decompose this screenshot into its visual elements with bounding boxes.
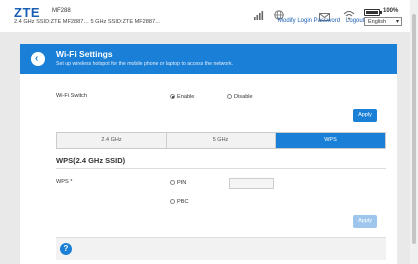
top-links: Modify Login Password Logout <box>278 18 370 24</box>
wifi-switch-apply-button[interactable]: Apply <box>353 109 377 122</box>
pin-radio[interactable] <box>170 180 175 185</box>
scrollbar-thumb[interactable] <box>412 14 416 244</box>
model-name: MF288 <box>52 8 71 14</box>
band-tabs: 2.4 GHz 5 GHz WPS <box>56 132 386 149</box>
wps-apply-button[interactable]: Apply <box>353 215 377 228</box>
zte-logo: ZTE <box>14 5 41 20</box>
wps-label: WPS * <box>56 179 73 185</box>
scrollbar[interactable] <box>410 0 418 264</box>
pbc-label: PBC <box>177 199 189 205</box>
enable-label: Enable <box>177 94 195 100</box>
enable-radio[interactable] <box>170 94 175 99</box>
wifi-switch-label: Wi-Fi Switch <box>56 93 88 99</box>
tab-wps[interactable]: WPS <box>276 133 385 148</box>
wps-section-title: WPS(2.4 GHz SSID) <box>56 156 126 165</box>
disable-label: Disable <box>234 94 253 100</box>
disable-radio[interactable] <box>227 94 232 99</box>
top-bar: ZTE MF288 2.4 GHz SSID:ZTE MF2887… 5 GHz… <box>0 0 410 32</box>
modify-password-link[interactable]: Modify Login Password <box>278 18 340 24</box>
pbc-radio[interactable] <box>170 199 175 204</box>
divider <box>56 168 386 169</box>
tab-5-ghz[interactable]: 5 GHz <box>166 133 276 148</box>
logout-link[interactable]: Logout <box>346 18 364 24</box>
tab-2-4-ghz[interactable]: 2.4 GHz <box>57 133 167 148</box>
back-arrow-icon: ‹ <box>35 53 39 64</box>
battery-text: 100% <box>383 8 399 14</box>
language-select[interactable]: English <box>364 17 402 27</box>
page-title: Wi-Fi Settings <box>56 49 113 59</box>
page-subtitle: Set up wireless hotspot for the mobile p… <box>56 61 234 67</box>
pin-label: PIN <box>177 180 187 186</box>
help-bar: ? <box>56 237 386 260</box>
wifi-settings-card: ‹ Wi-Fi Settings Set up wireless hotspot… <box>20 44 397 264</box>
page-header: ‹ Wi-Fi Settings Set up wireless hotspot… <box>20 44 397 74</box>
pin-input[interactable] <box>229 178 274 189</box>
help-icon[interactable]: ? <box>60 243 72 255</box>
ssid-info: 2.4 GHz SSID:ZTE MF2887… 5 GHz SSID:ZTE … <box>14 19 161 25</box>
back-button[interactable]: ‹ <box>31 52 45 66</box>
battery-icon <box>364 9 382 16</box>
signal-bars-icon <box>254 7 264 25</box>
